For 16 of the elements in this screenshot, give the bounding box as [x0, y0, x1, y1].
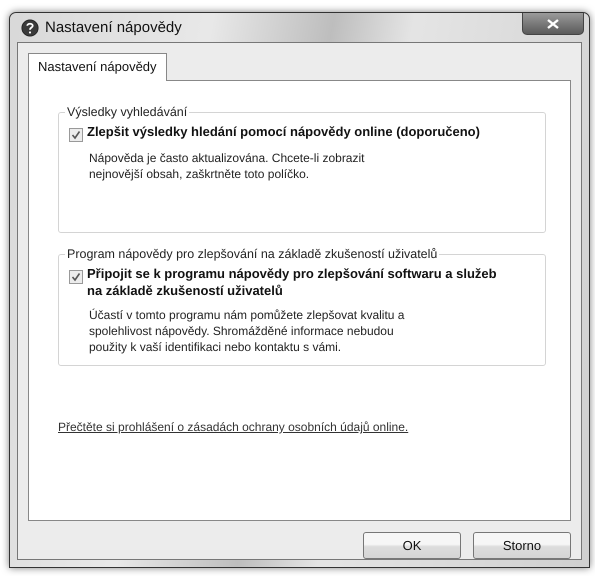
description-text: Účastí v tomto programu nám pomůžete zlepšovat kvalitu a spolehlivost nápovědy. Shromážděné informace nebudou použity k vaší identifikaci nebo kontaktu s vámi. — [89, 307, 406, 355]
close-button[interactable] — [522, 13, 584, 35]
privacy-link[interactable]: Přečtěte si prohlášení o zásadách ochrany osobních údajů online. — [58, 420, 408, 434]
description-text: Nápověda je často aktualizována. Chcete-li zobrazit nejnovější obsah, zaškrtněte toto políčko. — [89, 150, 366, 182]
dialog-button[interactable]: Storno — [473, 532, 571, 559]
group-title: Výsledky vyhledávání — [66, 105, 188, 119]
tab[interactable]: Nastavení nápovědy — [28, 53, 167, 81]
checkbox-label[interactable]: Připojit se k programu nápovědy pro zlepšování softwaru a služeb na základě zkušeností uživatelů — [87, 265, 497, 299]
close-icon — [547, 18, 559, 28]
dialog-button[interactable]: OK — [363, 532, 461, 559]
help-icon — [21, 18, 39, 36]
checkbox[interactable] — [69, 128, 83, 142]
group-title: Program nápovědy pro zlepšování na základě zkušeností uživatelů — [66, 247, 438, 261]
checkbox[interactable] — [69, 270, 83, 284]
checkbox-label[interactable]: Zlepšit výsledky hledání pomocí nápovědy online (doporučeno) — [87, 123, 480, 140]
window-title: Nastavení nápovědy — [45, 19, 182, 36]
